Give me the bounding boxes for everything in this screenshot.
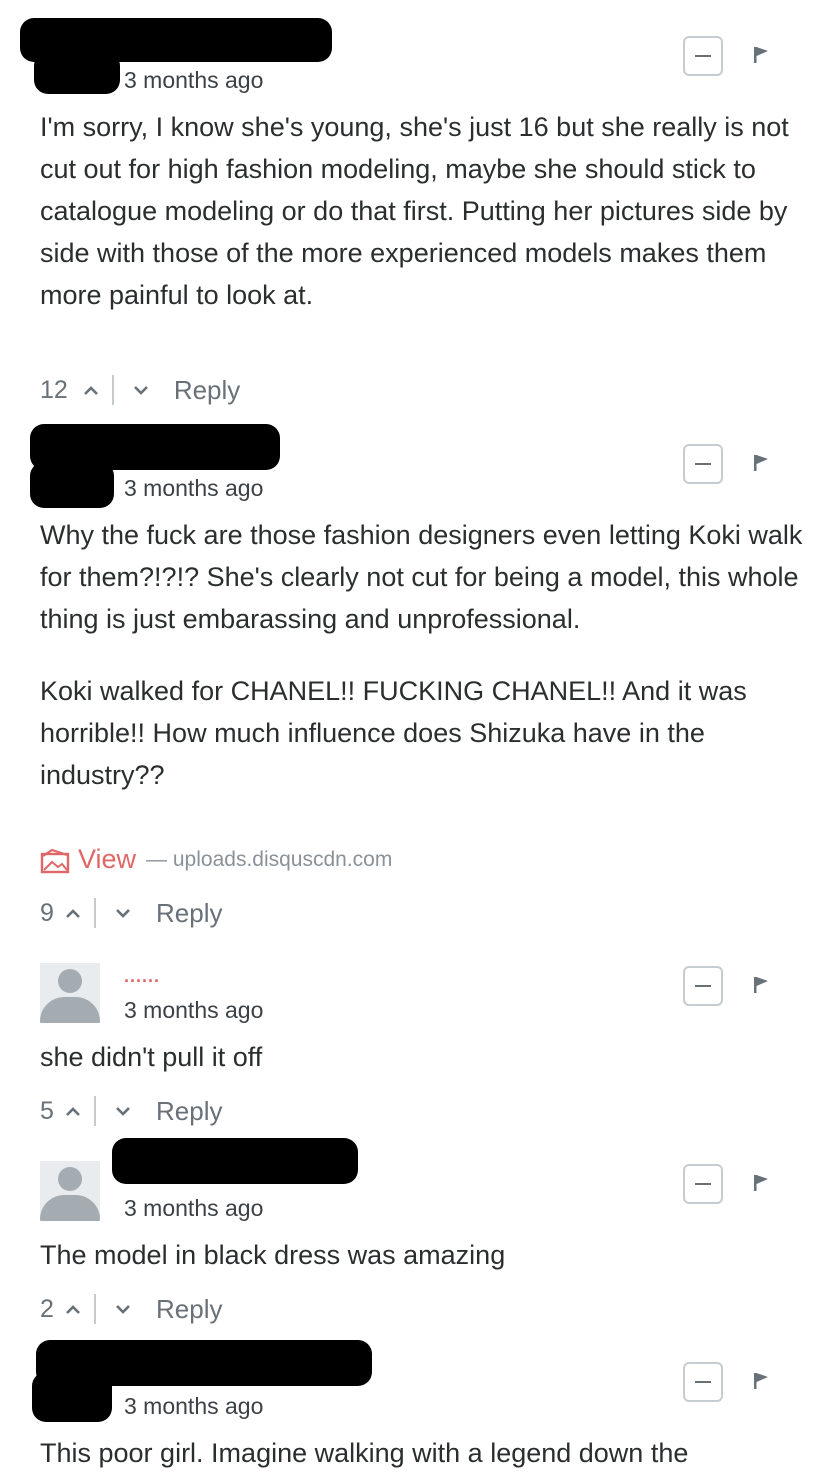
attachment-link[interactable]: View — uploads.disquscdn.com — [40, 844, 392, 875]
comment-timestamp[interactable]: 3 months ago — [124, 997, 263, 1024]
comment-paragraph: Koki walked for CHANEL!! FUCKING CHANEL!… — [40, 676, 747, 790]
comment-timestamp[interactable]: 3 months ago — [124, 1195, 263, 1222]
upvote-icon[interactable] — [58, 1294, 88, 1324]
downvote-icon[interactable] — [108, 1096, 138, 1126]
downvote-icon[interactable] — [126, 375, 156, 405]
redacted-username — [112, 1138, 358, 1184]
avatar-placeholder-icon[interactable] — [40, 1161, 100, 1221]
comment-paragraph: I'm sorry, I know she's young, she's jus… — [40, 112, 789, 310]
flag-icon[interactable] — [752, 976, 770, 994]
collapse-button[interactable] — [683, 444, 723, 484]
attachment-source: — uploads.disquscdn.com — [146, 847, 393, 871]
vote-separator — [94, 1096, 96, 1126]
comment-text: she didn't pull it off — [40, 1036, 800, 1078]
flag-icon[interactable] — [752, 454, 770, 472]
comment-actions: 5 Reply — [40, 1096, 222, 1126]
redacted-avatar — [32, 1372, 112, 1422]
image-icon — [40, 848, 70, 873]
redacted-avatar — [30, 462, 114, 508]
flag-icon[interactable] — [752, 46, 770, 64]
vote-separator — [94, 898, 96, 928]
comment-actions: 12 Reply — [40, 375, 240, 405]
comment-text: Why the fuck are those fashion designers… — [40, 514, 810, 796]
flag-icon[interactable] — [752, 1174, 770, 1192]
comment-paragraph: This poor girl. Imagine walking with a l… — [40, 1438, 689, 1468]
upvote-icon[interactable] — [58, 1096, 88, 1126]
username[interactable]: ...... — [124, 966, 160, 987]
comment-paragraph: The model in black dress was amazing — [40, 1240, 506, 1270]
collapse-button[interactable] — [683, 1164, 723, 1204]
comment-text: This poor girl. Imagine walking with a l… — [40, 1432, 800, 1474]
reply-link[interactable]: Reply — [156, 1096, 222, 1127]
view-label[interactable]: View — [78, 844, 136, 875]
comment-timestamp[interactable]: 3 months ago — [124, 475, 263, 502]
comment-paragraph: she didn't pull it off — [40, 1042, 263, 1072]
comment-paragraph: Why the fuck are those fashion designers… — [40, 520, 803, 634]
collapse-button[interactable] — [683, 36, 723, 76]
vote-count: 2 — [40, 1294, 54, 1323]
comment-text: I'm sorry, I know she's young, she's jus… — [40, 106, 800, 316]
collapse-button[interactable] — [683, 1362, 723, 1402]
redacted-avatar — [34, 52, 120, 94]
downvote-icon[interactable] — [108, 898, 138, 928]
avatar-placeholder-icon[interactable] — [40, 963, 100, 1023]
vote-separator — [94, 1294, 96, 1324]
flag-icon[interactable] — [752, 1372, 770, 1390]
downvote-icon[interactable] — [108, 1294, 138, 1324]
comment-timestamp[interactable]: 3 months ago — [124, 1393, 263, 1420]
upvote-icon[interactable] — [76, 375, 106, 405]
reply-link[interactable]: Reply — [156, 1294, 222, 1325]
collapse-button[interactable] — [683, 966, 723, 1006]
vote-count: 12 — [40, 375, 68, 404]
reply-link[interactable]: Reply — [156, 898, 222, 929]
reply-link[interactable]: Reply — [174, 375, 240, 406]
comment-actions: 2 Reply — [40, 1294, 222, 1324]
comment-text: The model in black dress was amazing — [40, 1234, 800, 1276]
comment-timestamp[interactable]: 3 months ago — [124, 67, 263, 94]
vote-separator — [111, 375, 114, 405]
vote-count: 9 — [40, 898, 54, 927]
comment-actions: 9 Reply — [40, 898, 222, 928]
upvote-icon[interactable] — [58, 898, 88, 928]
vote-count: 5 — [40, 1096, 54, 1125]
